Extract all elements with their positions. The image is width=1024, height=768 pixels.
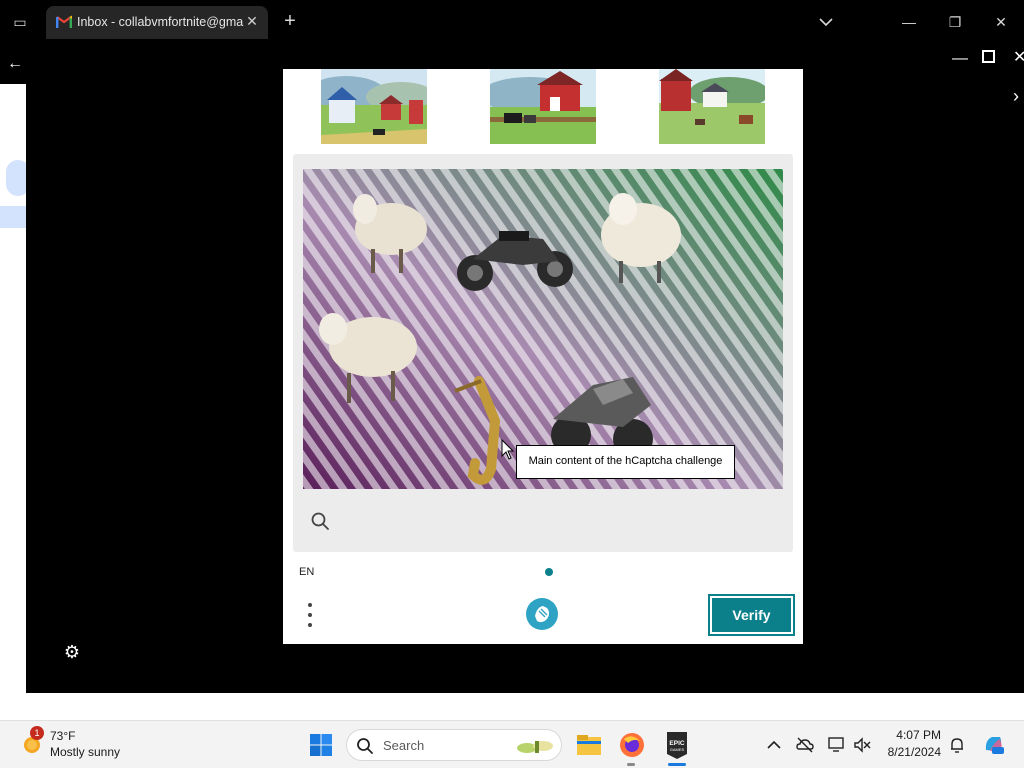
challenge-panel — [293, 154, 793, 552]
chevron-up-icon[interactable] — [764, 735, 784, 755]
volume-muted-icon[interactable] — [852, 735, 872, 755]
overlay-close-icon[interactable]: ✕ — [1013, 50, 1024, 66]
windows-start-icon[interactable] — [309, 733, 333, 757]
pagination-dot — [545, 568, 553, 576]
svg-text:GAMES: GAMES — [670, 747, 685, 752]
search-placeholder: Search — [383, 738, 425, 753]
firefox-running-indicator — [627, 763, 635, 766]
onedrive-offline-icon[interactable] — [795, 735, 815, 755]
tab-actions-icon[interactable]: ▭ — [8, 10, 32, 34]
farm-barn-watercolor-image — [659, 69, 765, 144]
verify-button-label: Verify — [712, 598, 791, 632]
windows-taskbar: 1 73°F Mostly sunny Search EPIC GAMES 4:… — [0, 720, 1024, 768]
clock-date[interactable]: 8/21/2024 — [877, 745, 941, 759]
window-minimize-button[interactable]: — — [897, 10, 921, 34]
notification-badge: 1 — [30, 726, 44, 740]
weather-temp[interactable]: 73°F — [50, 729, 75, 743]
search-icon — [357, 738, 373, 754]
browser-titlebar: ▭ Inbox - collabvmfortnite@gma ✕ + — ❐ ✕ — [0, 0, 1024, 44]
window-close-button[interactable]: ✕ — [989, 10, 1013, 34]
gmail-icon — [56, 15, 72, 28]
hcaptcha-challenge: EN Verify — [283, 69, 803, 644]
example-image-3 — [659, 69, 765, 144]
challenge-image[interactable] — [303, 169, 783, 489]
copilot-icon[interactable] — [982, 732, 1006, 756]
notification-bell-icon[interactable] — [947, 735, 967, 755]
clock-time[interactable]: 4:07 PM — [893, 728, 941, 742]
tab-close-icon[interactable]: ✕ — [244, 12, 260, 30]
overlay-maximize-icon[interactable] — [982, 50, 995, 63]
search-highlight-icon — [517, 741, 553, 753]
taskbar-search[interactable]: Search — [346, 729, 562, 761]
new-tab-button[interactable]: + — [280, 11, 300, 31]
sheep-motorcycles-saxophone-image — [303, 169, 783, 489]
zoom-search-icon[interactable] — [310, 511, 330, 531]
inbox-nav-edge[interactable] — [0, 206, 26, 228]
gear-icon[interactable]: ⚙ — [62, 642, 82, 662]
network-display-icon[interactable] — [827, 735, 847, 755]
chevron-down-icon[interactable] — [816, 12, 836, 32]
menu-dots-icon[interactable] — [303, 601, 317, 629]
chevron-right-icon[interactable]: › — [1013, 87, 1024, 105]
epic-games-icon[interactable]: EPIC GAMES — [661, 729, 693, 761]
mouse-cursor-icon — [501, 439, 515, 460]
file-explorer-icon[interactable] — [573, 729, 605, 761]
overlay-minimize-icon[interactable]: — — [952, 51, 968, 67]
verify-button[interactable]: Verify — [708, 594, 795, 636]
tab-inbox[interactable]: Inbox - collabvmfortnite@gma ✕ — [46, 6, 268, 39]
challenge-tooltip: Main content of the hCaptcha challenge — [516, 445, 735, 479]
tab-title: Inbox - collabvmfortnite@gma — [77, 15, 244, 29]
firefox-icon[interactable] — [616, 729, 648, 761]
epic-active-indicator — [668, 763, 686, 766]
weather-desc[interactable]: Mostly sunny — [50, 745, 120, 759]
example-image-1 — [321, 69, 427, 144]
window-restore-button[interactable]: ❐ — [943, 10, 967, 34]
language-selector[interactable]: EN — [299, 566, 314, 578]
farm-barn-watercolor-image — [321, 69, 427, 144]
farm-barn-watercolor-image — [490, 69, 596, 144]
example-image-2 — [490, 69, 596, 144]
svg-text:EPIC: EPIC — [669, 740, 684, 747]
hcaptcha-logo-icon — [526, 598, 558, 630]
